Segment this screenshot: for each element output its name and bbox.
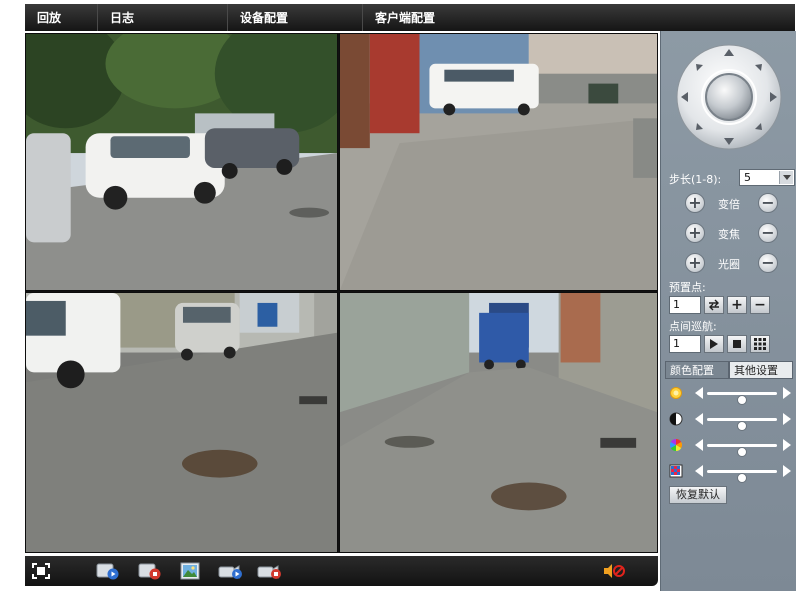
step-select[interactable]: 5: [739, 169, 795, 186]
saturation-icon: [669, 439, 683, 451]
contrast-decrease-arrow[interactable]: [695, 413, 703, 425]
sharpness-slider-row: [667, 463, 795, 483]
zoom-label: 变倍: [718, 198, 740, 211]
control-panel: 步长(1-8): 5 + 变倍 − + 变焦 − + 光圈 − 预置点: 1 +…: [660, 31, 796, 591]
play-icon: [710, 339, 718, 349]
sharpness-decrease-arrow[interactable]: [695, 465, 703, 477]
zoom-out-button[interactable]: −: [758, 193, 778, 213]
restore-default-button[interactable]: 恢复默认: [669, 486, 727, 504]
preset-call-button[interactable]: [704, 296, 724, 314]
stop-video-icon: [138, 563, 161, 580]
stop-all-button[interactable]: [137, 561, 163, 581]
iris-label: 光圈: [718, 258, 740, 271]
cruise-grid-button[interactable]: [750, 335, 770, 353]
play-video-icon: [96, 563, 119, 580]
snapshot-button[interactable]: [177, 561, 203, 581]
ptz-direction-pad[interactable]: [675, 43, 783, 151]
cruise-stop-button[interactable]: [727, 335, 747, 353]
contrast-icon: [669, 412, 683, 426]
record-start-icon: [218, 565, 242, 579]
menu-device-config[interactable]: 设备配置: [228, 4, 363, 31]
iris-open-button[interactable]: +: [685, 253, 705, 273]
step-label: 步长(1-8):: [669, 173, 722, 186]
iris-close-button[interactable]: −: [758, 253, 778, 273]
contrast-thumb[interactable]: [737, 421, 747, 431]
brightness-thumb[interactable]: [737, 395, 747, 405]
camera-view-2[interactable]: [339, 33, 658, 291]
tab-divider: [665, 378, 793, 379]
chevron-down-icon: [779, 171, 793, 184]
tab-color-config[interactable]: 颜色配置: [665, 361, 729, 379]
zoom-in-button[interactable]: +: [685, 193, 705, 213]
brightness-decrease-arrow[interactable]: [695, 387, 703, 399]
stop-icon: [733, 340, 741, 348]
saturation-slider-row: [667, 437, 795, 457]
dvr-client-window: 回放 日志 设备配置 客户端配置 步长(1-8): 5 + 变倍 − + 变焦 …: [0, 0, 800, 605]
video-toolbar: [25, 556, 658, 586]
sharpness-track[interactable]: [707, 470, 777, 483]
brightness-increase-arrow[interactable]: [783, 387, 791, 399]
camera-view-3[interactable]: [25, 292, 338, 553]
focus-label: 变焦: [718, 228, 740, 241]
fullscreen-icon: [32, 563, 50, 579]
brightness-track[interactable]: [707, 392, 777, 405]
step-select-value: 5: [744, 171, 751, 184]
contrast-slider-row: [667, 411, 795, 431]
play-all-button[interactable]: [95, 561, 121, 581]
camera-view-4[interactable]: [339, 292, 658, 553]
saturation-decrease-arrow[interactable]: [695, 439, 703, 451]
cruise-play-button[interactable]: [704, 335, 724, 353]
contrast-track[interactable]: [707, 418, 777, 431]
fullscreen-button[interactable]: [28, 561, 54, 581]
record-stop-icon: [257, 565, 281, 579]
menu-client-config[interactable]: 客户端配置: [363, 4, 513, 31]
plus-icon: +: [731, 297, 743, 313]
sharpness-thumb[interactable]: [737, 473, 747, 483]
saturation-thumb[interactable]: [737, 447, 747, 457]
swap-arrows-icon: [709, 299, 719, 311]
grid-icon: [754, 338, 766, 350]
camera-view-1[interactable]: [25, 33, 338, 291]
volume-button[interactable]: [601, 561, 627, 581]
preset-add-button[interactable]: +: [727, 296, 747, 314]
speaker-muted-icon: [604, 564, 625, 578]
top-menu-bar: 回放 日志 设备配置 客户端配置: [25, 4, 795, 31]
preset-label: 预置点:: [669, 281, 706, 294]
saturation-track[interactable]: [707, 444, 777, 457]
record-start-button[interactable]: [218, 561, 244, 581]
preset-number-input[interactable]: 1: [669, 296, 701, 314]
sharpness-icon: [669, 464, 683, 478]
menu-log[interactable]: 日志: [98, 4, 228, 31]
menu-playback[interactable]: 回放: [25, 4, 98, 31]
cruise-label: 点间巡航:: [669, 320, 717, 333]
focus-out-button[interactable]: −: [758, 223, 778, 243]
minus-icon: −: [754, 297, 766, 313]
snapshot-icon: [180, 562, 200, 580]
contrast-increase-arrow[interactable]: [783, 413, 791, 425]
cruise-number-input[interactable]: 1: [669, 335, 701, 353]
sharpness-increase-arrow[interactable]: [783, 465, 791, 477]
brightness-slider-row: [667, 385, 795, 405]
focus-in-button[interactable]: +: [685, 223, 705, 243]
brightness-icon: [670, 387, 682, 399]
video-grid: [25, 33, 658, 553]
record-stop-button[interactable]: [257, 561, 283, 581]
saturation-increase-arrow[interactable]: [783, 439, 791, 451]
tab-other-settings[interactable]: 其他设置: [729, 361, 793, 379]
preset-delete-button[interactable]: −: [750, 296, 770, 314]
